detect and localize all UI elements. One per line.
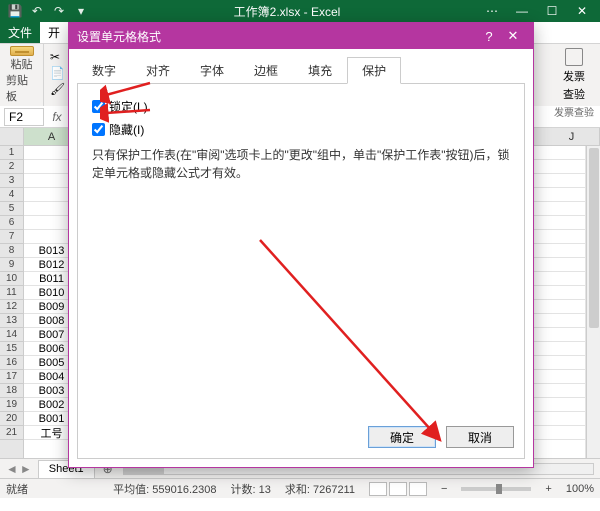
zoom-out-icon[interactable]: − [441, 483, 447, 495]
hide-checkbox[interactable] [92, 123, 105, 136]
dlg-tab-number[interactable]: 数字 [77, 57, 131, 84]
copy-icon[interactable]: 📄 [50, 66, 65, 80]
status-avg: 平均值: 559016.2308 [113, 481, 216, 497]
invoice-label: 发票 [563, 68, 585, 84]
row-header[interactable]: 16 [0, 356, 23, 370]
ribbon-options-icon[interactable]: ⋯ [478, 2, 506, 20]
zoom-slider[interactable] [461, 487, 531, 491]
col-header-j[interactable]: J [544, 128, 600, 145]
row-header[interactable]: 19 [0, 398, 23, 412]
hide-label: 隐藏(I) [109, 121, 144, 138]
zoom-level: 100% [566, 483, 594, 495]
check-label: 查验 [563, 86, 585, 102]
row-header[interactable]: 15 [0, 342, 23, 356]
view-pagebreak-icon[interactable] [409, 482, 427, 496]
dlg-tab-align[interactable]: 对齐 [131, 57, 185, 84]
lock-checkbox[interactable] [92, 100, 105, 113]
dialog-help-icon[interactable]: ? [477, 29, 501, 44]
status-ready: 就绪 [6, 481, 28, 497]
invoice-group-label: 发票查验 [554, 104, 594, 119]
row-header[interactable]: 21 [0, 426, 23, 440]
row-header[interactable]: 17 [0, 370, 23, 384]
status-sum: 求和: 7267211 [285, 481, 355, 497]
row-header[interactable]: 6 [0, 216, 23, 230]
row-header[interactable]: 12 [0, 300, 23, 314]
format-painter-icon[interactable]: 🖌 [50, 82, 65, 96]
dlg-tab-fill[interactable]: 填充 [293, 57, 347, 84]
row-header[interactable]: 9 [0, 258, 23, 272]
view-normal-icon[interactable] [369, 482, 387, 496]
ok-button[interactable]: 确定 [368, 426, 436, 448]
minimize-icon[interactable]: — [508, 2, 536, 20]
lock-checkbox-row[interactable]: 锁定(L) [92, 98, 510, 115]
zoom-in-icon[interactable]: + [545, 483, 551, 495]
redo-icon[interactable]: ↷ [50, 2, 68, 20]
window-title: 工作簿2.xlsx - Excel [96, 3, 478, 20]
paste-icon[interactable] [10, 46, 34, 56]
maximize-icon[interactable]: ☐ [538, 2, 566, 20]
row-header[interactable]: 2 [0, 160, 23, 174]
name-box[interactable]: F2 [4, 108, 44, 126]
save-icon[interactable]: 💾 [6, 2, 24, 20]
clipboard-group-label: 剪贴板 [6, 72, 37, 104]
close-window-icon[interactable]: ✕ [568, 2, 596, 20]
lock-label: 锁定(L) [109, 98, 148, 115]
qat-more-icon[interactable]: ▾ [72, 2, 90, 20]
row-header[interactable]: 7 [0, 230, 23, 244]
row-header[interactable]: 10 [0, 272, 23, 286]
row-header[interactable]: 3 [0, 174, 23, 188]
row-header[interactable]: 4 [0, 188, 23, 202]
dialog-title: 设置单元格格式 [77, 28, 161, 45]
row-header[interactable]: 13 [0, 314, 23, 328]
dlg-tab-font[interactable]: 字体 [185, 57, 239, 84]
undo-icon[interactable]: ↶ [28, 2, 46, 20]
hide-checkbox-row[interactable]: 隐藏(I) [92, 121, 510, 138]
dlg-tab-protect[interactable]: 保护 [347, 57, 401, 84]
cancel-button[interactable]: 取消 [446, 426, 514, 448]
row-header[interactable]: 20 [0, 412, 23, 426]
paste-label: 粘贴 [11, 56, 33, 72]
row-header[interactable]: 8 [0, 244, 23, 258]
sheet-prev-icon[interactable]: ◄ [6, 462, 18, 476]
sheet-next-icon[interactable]: ► [20, 462, 32, 476]
format-cells-dialog: 设置单元格格式 ? ✕ 数字 对齐 字体 边框 填充 保护 锁定(L) 隐藏(I… [68, 22, 534, 468]
row-header[interactable]: 14 [0, 328, 23, 342]
invoice-check-icon[interactable] [565, 48, 583, 66]
select-all-corner[interactable] [0, 128, 24, 145]
view-layout-icon[interactable] [389, 482, 407, 496]
protect-note: 只有保护工作表(在"审阅"选项卡上的"更改"组中，单击"保护工作表"按钮)后，锁… [92, 146, 510, 182]
dialog-close-icon[interactable]: ✕ [501, 28, 525, 44]
tab-file[interactable]: 文件 [0, 22, 40, 43]
vertical-scrollbar[interactable] [586, 146, 600, 458]
row-header[interactable]: 5 [0, 202, 23, 216]
row-header[interactable]: 1 [0, 146, 23, 160]
status-count: 计数: 13 [230, 481, 270, 497]
tab-partial[interactable]: 开 [40, 22, 68, 43]
dlg-tab-border[interactable]: 边框 [239, 57, 293, 84]
row-header[interactable]: 11 [0, 286, 23, 300]
row-header[interactable]: 18 [0, 384, 23, 398]
fx-icon[interactable]: fx [48, 110, 66, 124]
cut-icon[interactable]: ✂ [50, 50, 65, 64]
